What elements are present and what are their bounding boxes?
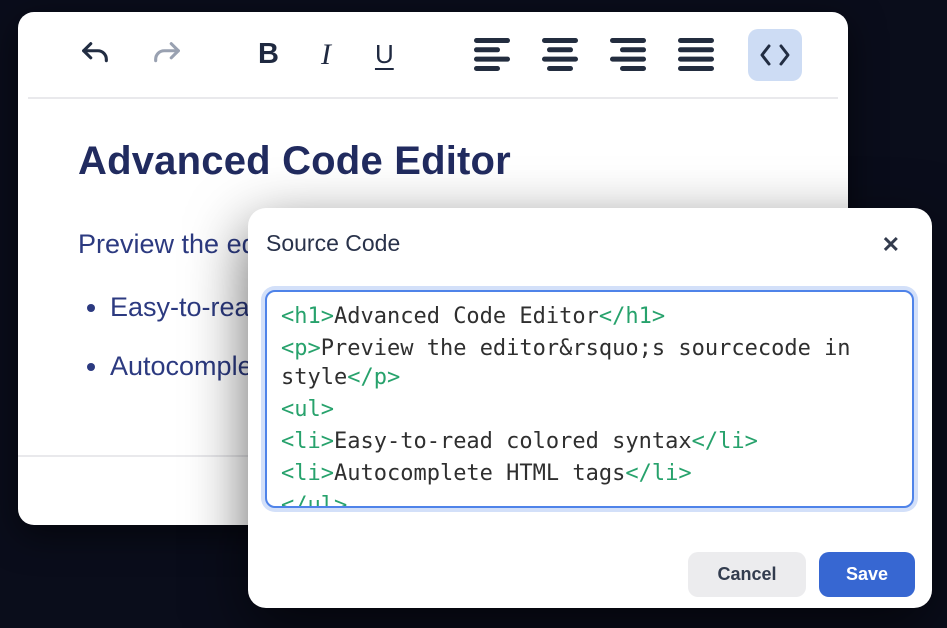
code-line: </ul>: [281, 491, 900, 508]
align-right-button[interactable]: [610, 38, 646, 71]
source-code-area[interactable]: <h1>Advanced Code Editor</h1> <p>Preview …: [265, 290, 914, 508]
undo-icon: [78, 38, 112, 72]
redo-button[interactable]: [150, 38, 184, 72]
modal-actions: Cancel Save: [688, 552, 915, 597]
source-code-modal: Source Code ✕ <h1>Advanced Code Editor</…: [248, 208, 932, 608]
code-view-icon: [759, 43, 791, 67]
underline-button[interactable]: U: [375, 39, 394, 70]
close-button[interactable]: ✕: [878, 230, 904, 260]
modal-title: Source Code: [266, 230, 400, 257]
code-line: <h1>Advanced Code Editor</h1>: [281, 302, 900, 331]
align-right-icon: [610, 38, 646, 71]
align-justify-button[interactable]: [678, 38, 714, 71]
document-heading: Advanced Code Editor: [78, 139, 808, 184]
code-view-button[interactable]: [748, 29, 802, 81]
modal-header: Source Code ✕: [248, 208, 932, 290]
editor-toolbar: B I U: [18, 12, 848, 97]
italic-button[interactable]: I: [321, 38, 331, 72]
close-icon: ✕: [882, 232, 900, 257]
save-button[interactable]: Save: [819, 552, 915, 597]
code-line: <li>Easy-to-read colored syntax</li>: [281, 427, 900, 456]
align-left-icon: [474, 38, 510, 71]
undo-button[interactable]: [78, 38, 112, 72]
align-justify-icon: [678, 38, 714, 71]
code-line: <li>Autocomplete HTML tags</li>: [281, 459, 900, 488]
code-line: <ul>: [281, 395, 900, 424]
align-left-button[interactable]: [474, 38, 510, 71]
align-center-icon: [542, 38, 578, 71]
bold-button[interactable]: B: [258, 38, 279, 71]
redo-icon: [150, 38, 184, 72]
align-center-button[interactable]: [542, 38, 578, 71]
cancel-button[interactable]: Cancel: [688, 552, 806, 597]
code-line: <p>Preview the editor&rsquo;s sourcecode…: [281, 334, 900, 392]
